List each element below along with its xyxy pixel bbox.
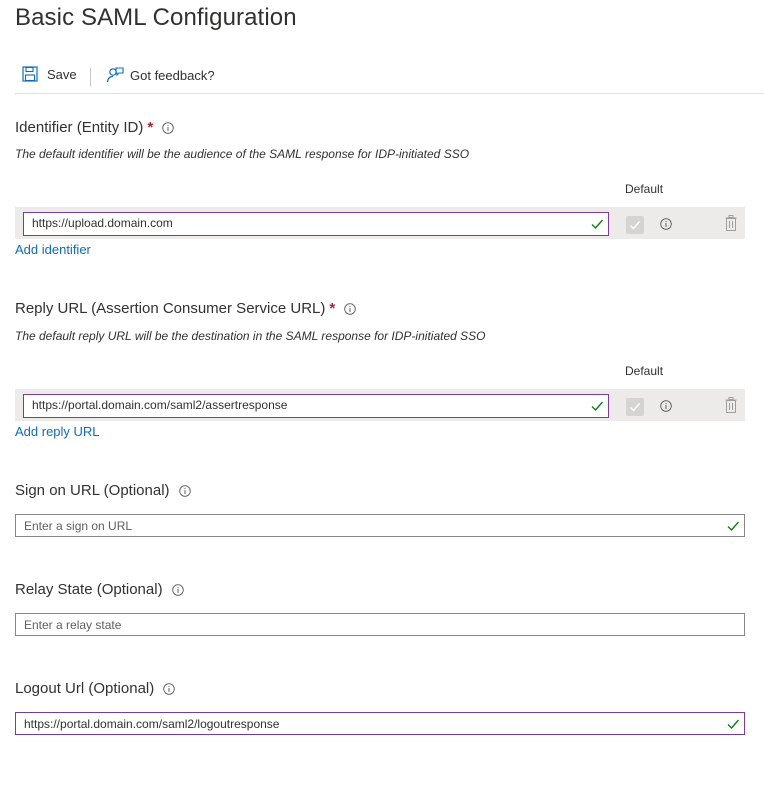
relay-state-placeholder: Enter a relay state bbox=[24, 618, 122, 632]
reply-url-label-text: Reply URL (Assertion Consumer Service UR… bbox=[15, 300, 326, 317]
sign-on-url-label-text: Sign on URL (Optional) bbox=[15, 482, 170, 499]
reply-url-value: https://portal.domain.com/saml2/assertre… bbox=[32, 398, 288, 412]
feedback-button[interactable]: Got feedback? bbox=[106, 66, 215, 84]
add-reply-url-link[interactable]: Add reply URL bbox=[15, 424, 100, 439]
identifier-row: https://upload.domain.com bbox=[15, 207, 745, 239]
check-icon bbox=[727, 719, 740, 730]
checkmark-icon bbox=[630, 403, 641, 412]
default-checkbox[interactable] bbox=[626, 398, 644, 416]
identifier-label-text: Identifier (Entity ID) bbox=[15, 119, 144, 136]
identifier-description: The default identifier will be the audie… bbox=[15, 147, 470, 161]
save-icon bbox=[22, 66, 38, 82]
logout-url-value: https://portal.domain.com/saml2/logoutre… bbox=[24, 717, 280, 731]
logout-url-label: Logout Url (Optional) bbox=[15, 680, 175, 697]
info-icon[interactable] bbox=[344, 302, 356, 315]
toolbar-divider bbox=[90, 68, 91, 86]
check-icon bbox=[727, 521, 740, 532]
logout-url-input[interactable]: https://portal.domain.com/saml2/logoutre… bbox=[15, 712, 745, 735]
required-marker: * bbox=[147, 119, 154, 136]
save-label: Save bbox=[47, 66, 77, 82]
sign-on-url-label: Sign on URL (Optional) bbox=[15, 482, 191, 499]
trash-icon[interactable] bbox=[725, 215, 737, 231]
reply-url-label: Reply URL (Assertion Consumer Service UR… bbox=[15, 300, 356, 317]
check-icon bbox=[591, 401, 604, 412]
info-icon[interactable] bbox=[660, 400, 672, 412]
info-icon[interactable] bbox=[178, 484, 191, 497]
reply-url-input[interactable]: https://portal.domain.com/saml2/assertre… bbox=[23, 394, 609, 418]
identifier-label: Identifier (Entity ID) * bbox=[15, 119, 174, 136]
sign-on-url-input[interactable]: Enter a sign on URL bbox=[15, 514, 745, 537]
page-title: Basic SAML Configuration bbox=[15, 4, 297, 31]
trash-icon[interactable] bbox=[725, 397, 737, 413]
feedback-icon bbox=[106, 67, 124, 83]
command-bar: Save Got feedback? bbox=[15, 62, 764, 94]
info-icon[interactable] bbox=[660, 218, 672, 230]
checkmark-icon bbox=[630, 221, 641, 230]
save-button[interactable]: Save bbox=[22, 66, 77, 82]
add-identifier-link[interactable]: Add identifier bbox=[15, 242, 91, 257]
required-marker: * bbox=[329, 300, 336, 317]
logout-url-label-text: Logout Url (Optional) bbox=[15, 680, 155, 697]
info-icon[interactable] bbox=[162, 121, 174, 134]
check-icon bbox=[591, 219, 604, 230]
identifier-input[interactable]: https://upload.domain.com bbox=[23, 212, 609, 236]
relay-state-label: Relay State (Optional) bbox=[15, 581, 184, 598]
info-icon[interactable] bbox=[171, 583, 184, 596]
reply-url-row: https://portal.domain.com/saml2/assertre… bbox=[15, 389, 745, 421]
identifier-value: https://upload.domain.com bbox=[32, 216, 173, 230]
sign-on-url-placeholder: Enter a sign on URL bbox=[24, 519, 133, 533]
info-icon[interactable] bbox=[163, 682, 175, 695]
relay-state-input[interactable]: Enter a relay state bbox=[15, 613, 745, 636]
relay-state-label-text: Relay State (Optional) bbox=[15, 581, 163, 598]
default-column-header: Default bbox=[625, 364, 664, 378]
default-checkbox[interactable] bbox=[626, 216, 644, 234]
reply-url-description: The default reply URL will be the destin… bbox=[15, 329, 486, 343]
feedback-label: Got feedback? bbox=[130, 67, 215, 83]
default-column-header: Default bbox=[625, 182, 664, 196]
